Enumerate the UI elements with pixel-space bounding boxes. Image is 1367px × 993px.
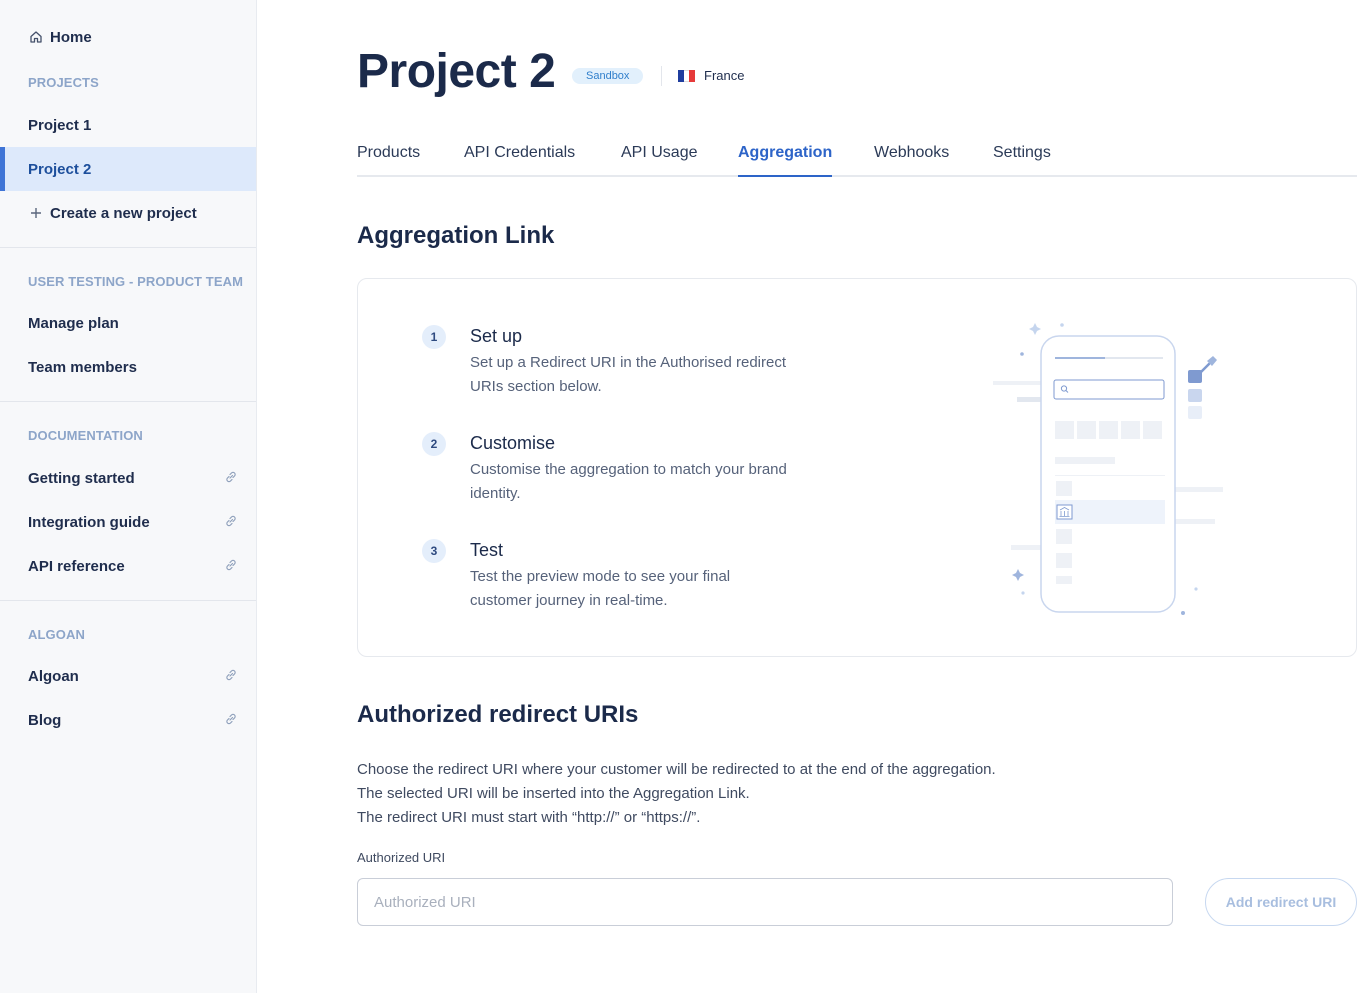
sidebar-item-label: Team members <box>28 358 137 376</box>
tab-webhooks[interactable]: Webhooks <box>874 144 949 177</box>
description-line: The redirect URI must start with “http:/… <box>357 809 701 826</box>
sidebar-item-project-2[interactable]: Project 2 <box>0 147 256 191</box>
step-title: Test <box>470 540 504 560</box>
environment-badge: Sandbox <box>572 68 644 84</box>
authorized-uri-label: Authorized URI <box>357 850 446 865</box>
authorized-uri-input[interactable] <box>357 878 1173 926</box>
sidebar-item-algoan[interactable]: Algoan <box>0 654 256 698</box>
sidebar-item-manage-plan[interactable]: Manage plan <box>0 301 256 345</box>
tab-products[interactable]: Products <box>357 144 420 177</box>
description-line: Choose the redirect URI where your custo… <box>357 761 996 778</box>
step-title: Customise <box>470 433 556 453</box>
section-label-algoan: ALGOAN <box>28 627 85 642</box>
section-label-documentation: DOCUMENTATION <box>28 428 143 443</box>
header-divider <box>661 66 662 86</box>
redirect-description: Choose the redirect URI where your custo… <box>357 758 996 830</box>
sidebar-item-label: Blog <box>28 711 62 729</box>
sidebar-item-label: Project 1 <box>28 116 92 134</box>
tab-settings[interactable]: Settings <box>993 144 1051 177</box>
sidebar-item-api-reference[interactable]: API reference <box>0 544 256 588</box>
home-icon <box>28 29 44 45</box>
sidebar-item-label: Integration guide <box>28 513 150 531</box>
step-number: 3 <box>422 539 446 563</box>
link-icon <box>224 558 238 572</box>
step-number: 2 <box>422 432 446 456</box>
section-label-projects: PROJECTS <box>28 75 99 90</box>
sidebar-item-home[interactable]: Home <box>0 15 256 59</box>
link-icon <box>224 514 238 528</box>
add-redirect-uri-button[interactable]: Add redirect URI <box>1205 878 1357 926</box>
step-number: 1 <box>422 325 446 349</box>
sidebar-divider <box>0 600 256 601</box>
project-tabs: Products API Credentials API Usage Aggre… <box>357 140 1357 177</box>
step-description: Test the preview mode to see your final … <box>470 568 731 609</box>
phone-illustration <box>993 323 1223 615</box>
sidebar-item-label: API reference <box>28 557 125 575</box>
aggregation-link-heading: Aggregation Link <box>357 222 555 249</box>
redirect-uris-heading: Authorized redirect URIs <box>357 701 639 728</box>
sidebar-divider <box>0 247 256 248</box>
sidebar-item-team-members[interactable]: Team members <box>0 345 256 389</box>
sidebar-item-label: Create a new project <box>50 204 197 222</box>
description-line: The selected URI will be inserted into t… <box>357 785 750 802</box>
link-icon <box>224 668 238 682</box>
sidebar-item-getting-started[interactable]: Getting started <box>0 456 256 500</box>
plus-icon <box>28 205 44 221</box>
sidebar-item-label: Getting started <box>28 469 135 487</box>
sidebar-item-blog[interactable]: Blog <box>0 698 256 742</box>
sidebar-item-label: Manage plan <box>28 314 119 332</box>
country-label: France <box>704 68 745 83</box>
tab-api-usage[interactable]: API Usage <box>621 144 697 177</box>
aggregation-steps-card: 1 Set up Set up a Redirect URI in the Au… <box>357 278 1357 657</box>
page-title: Project 2 <box>357 45 556 98</box>
tab-aggregation[interactable]: Aggregation <box>738 144 833 177</box>
step-description: Customise the aggregation to match your … <box>470 461 787 502</box>
sidebar-item-label: Home <box>50 28 92 46</box>
sidebar-item-label: Algoan <box>28 667 79 685</box>
tab-api-credentials[interactable]: API Credentials <box>464 144 575 177</box>
create-project-button[interactable]: Create a new project <box>0 191 256 235</box>
link-icon <box>224 712 238 726</box>
step-title: Set up <box>470 326 523 346</box>
sidebar-item-integration-guide[interactable]: Integration guide <box>0 500 256 544</box>
sidebar: Home PROJECTS Project 1 Project 2 Create… <box>0 0 257 993</box>
sidebar-item-label: Project 2 <box>28 160 92 178</box>
sidebar-item-project-1[interactable]: Project 1 <box>0 103 256 147</box>
main-content: Project 2 Sandbox France Products API Cr… <box>257 0 1367 993</box>
step-description: Set up a Redirect URI in the Authorised … <box>470 354 786 395</box>
link-icon <box>224 470 238 484</box>
section-label-team: USER TESTING - PRODUCT TEAM <box>28 274 244 289</box>
sidebar-divider <box>0 401 256 402</box>
france-flag-icon <box>678 70 696 82</box>
